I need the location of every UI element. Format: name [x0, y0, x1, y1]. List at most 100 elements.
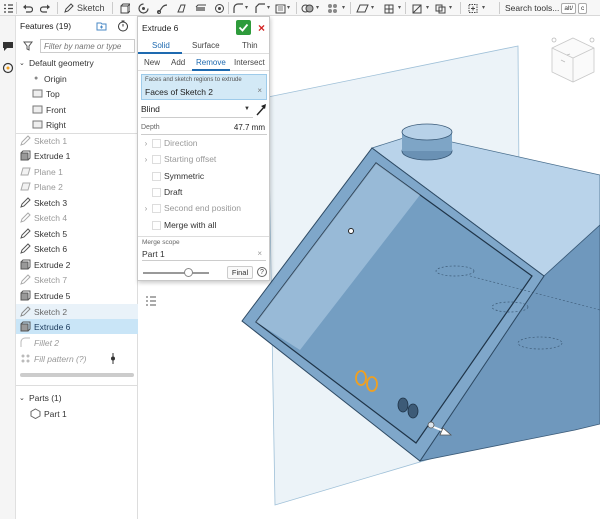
fillet-icon[interactable]	[232, 1, 244, 15]
tree-item-plane-2[interactable]: Plane 2	[16, 179, 138, 194]
tree-item-sketch-4[interactable]: Sketch 4	[16, 210, 138, 225]
tree-item-sketch-1[interactable]: Sketch 1	[16, 133, 138, 148]
cancel-button[interactable]: ×	[255, 20, 268, 35]
sweep-icon[interactable]	[156, 1, 168, 15]
tree-item-top-plane[interactable]: Top	[16, 86, 138, 101]
expand-chevron-icon[interactable]: ›	[141, 155, 151, 164]
mate-connector-icon[interactable]	[382, 1, 396, 15]
pattern-icon[interactable]	[326, 1, 340, 15]
chamfer-dropdown-icon[interactable]: ▾	[267, 4, 270, 11]
second-end-checkbox[interactable]	[152, 203, 161, 213]
symmetric-checkbox[interactable]	[152, 171, 161, 181]
end-type-select[interactable]: Blind ▼	[141, 104, 253, 118]
transform-dropdown-icon[interactable]: ▾	[449, 4, 452, 11]
shell-dropdown-icon[interactable]: ▾	[287, 4, 290, 11]
sketch-button[interactable]: Sketch	[64, 1, 108, 15]
tree-item-sketch-2[interactable]: Sketch 2	[16, 304, 138, 319]
shell-icon[interactable]	[274, 1, 286, 15]
second-end-option[interactable]: › Second end position	[138, 200, 269, 216]
boolean-dropdown-icon[interactable]: ▾	[316, 4, 319, 11]
revolve-icon[interactable]	[137, 1, 149, 15]
transform-icon[interactable]	[433, 1, 447, 15]
rollback-slider-track[interactable]	[143, 272, 209, 274]
tree-item-sketch-7[interactable]: Sketch 7	[16, 272, 138, 287]
tab-thin[interactable]: Thin	[242, 41, 258, 50]
direction-option[interactable]: › Direction	[138, 135, 269, 151]
feature-filter-input[interactable]	[40, 39, 135, 53]
help-icon[interactable]: ?	[257, 267, 267, 277]
direction-checkbox[interactable]	[152, 138, 161, 148]
hole-left[interactable]	[397, 397, 409, 413]
new-folder-icon[interactable]	[96, 21, 107, 31]
selection-field[interactable]: Faces and sketch regions to extrude Face…	[141, 74, 267, 100]
cylinder-top[interactable]	[401, 123, 453, 141]
sketch-point[interactable]	[348, 228, 354, 234]
symmetric-option[interactable]: Symmetric	[138, 168, 269, 184]
feature-scrollbar[interactable]	[20, 373, 134, 377]
feature-list-icon[interactable]	[2, 1, 14, 15]
mate-dropdown-icon[interactable]: ▾	[398, 4, 401, 11]
tree-item-extrude-5[interactable]: Extrude 5	[16, 288, 138, 303]
tree-item-origin[interactable]: ● Origin	[16, 71, 138, 86]
pattern-dropdown-icon[interactable]: ▾	[342, 4, 345, 11]
loft-icon[interactable]	[175, 1, 187, 15]
starting-offset-option[interactable]: › Starting offset	[138, 151, 269, 167]
tree-item-front-plane[interactable]: Front	[16, 102, 138, 117]
rollback-bar-icon[interactable]	[110, 353, 116, 364]
tree-item-sketch-3[interactable]: Sketch 3	[16, 195, 138, 210]
plane-dropdown-icon[interactable]: ▾	[371, 4, 374, 11]
manipulator-handle[interactable]	[427, 421, 435, 429]
flip-direction-icon[interactable]	[255, 103, 268, 117]
draft-option[interactable]: Draft	[138, 184, 269, 200]
move-icon[interactable]	[466, 1, 480, 15]
view-cube[interactable]	[546, 32, 600, 92]
split-icon[interactable]	[410, 1, 424, 15]
tree-item-fillet-2[interactable]: Fillet 2	[16, 335, 138, 350]
tree-item-right-plane[interactable]: Right	[16, 117, 138, 132]
plane-icon[interactable]	[355, 1, 369, 15]
op-remove[interactable]: Remove	[196, 58, 226, 67]
filter-icon[interactable]	[23, 41, 33, 51]
rollback-slider-thumb[interactable]	[184, 268, 193, 277]
op-new[interactable]: New	[144, 58, 160, 67]
move-dropdown-icon[interactable]: ▾	[482, 4, 485, 11]
undo-icon[interactable]	[21, 1, 33, 15]
feature-list-toggle-icon[interactable]	[145, 295, 157, 307]
merge-with-all-checkbox[interactable]	[152, 220, 161, 230]
chamfer-icon[interactable]	[254, 1, 266, 15]
fillet-dropdown-icon[interactable]: ▾	[245, 4, 248, 11]
tab-solid[interactable]: Solid	[152, 41, 170, 50]
comment-icon[interactable]	[2, 40, 14, 52]
tab-surface[interactable]: Surface	[192, 41, 220, 50]
enclose-icon[interactable]	[213, 1, 225, 15]
parts-group[interactable]: ⌄ Parts (1)	[16, 390, 138, 405]
rollback-timer-icon[interactable]	[117, 20, 129, 32]
clear-merge-scope-icon[interactable]: ×	[257, 249, 262, 258]
collapse-chevron-icon[interactable]: ⌄	[19, 394, 29, 402]
tree-item-extrude-1[interactable]: Extrude 1	[16, 148, 138, 163]
final-button[interactable]: Final	[227, 266, 253, 279]
starting-offset-checkbox[interactable]	[152, 154, 161, 164]
tree-item-extrude-2[interactable]: Extrude 2	[16, 257, 138, 272]
accept-button[interactable]	[236, 20, 251, 35]
tree-item-sketch-6[interactable]: Sketch 6	[16, 241, 138, 256]
expand-chevron-icon[interactable]: ›	[141, 139, 151, 148]
op-add[interactable]: Add	[171, 58, 185, 67]
collapse-chevron-icon[interactable]: ⌄	[19, 59, 29, 67]
tree-item-plane-1[interactable]: Plane 1	[16, 164, 138, 179]
tree-item-fill-pattern[interactable]: Fill pattern (?)	[16, 351, 138, 366]
merge-scope-field[interactable]: Part 1 ×	[142, 249, 266, 261]
redo-icon[interactable]	[39, 1, 51, 15]
boolean-icon[interactable]	[300, 1, 314, 15]
clear-selection-icon[interactable]: ×	[257, 86, 262, 95]
default-geometry-group[interactable]: ⌄ Default geometry	[16, 55, 138, 70]
part-item-part-1[interactable]: Part 1	[16, 406, 138, 421]
split-dropdown-icon[interactable]: ▾	[426, 4, 429, 11]
depth-input[interactable]: 47.7 mm	[221, 123, 265, 132]
tree-item-extrude-6[interactable]: Extrude 6	[16, 319, 138, 334]
expand-chevron-icon[interactable]: ›	[141, 204, 151, 213]
merge-with-all-option[interactable]: Merge with all	[138, 217, 269, 233]
thicken-icon[interactable]	[194, 1, 206, 15]
extrude-icon[interactable]	[118, 1, 130, 15]
tree-item-sketch-5[interactable]: Sketch 5	[16, 226, 138, 241]
